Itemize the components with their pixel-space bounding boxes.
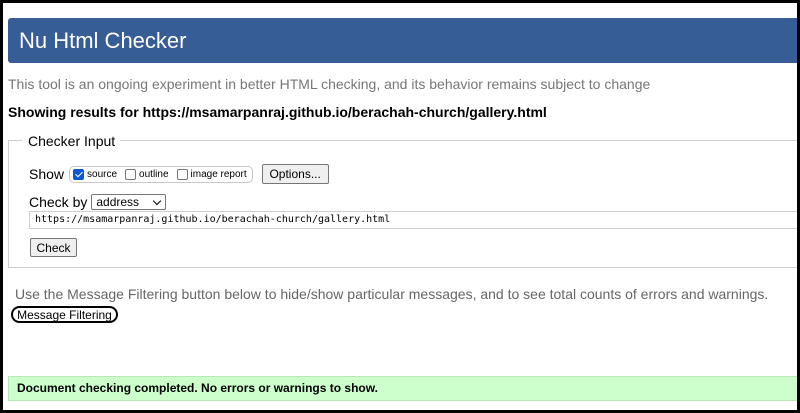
chevron-down-icon xyxy=(153,196,162,205)
page-header: Nu Html Checker xyxy=(8,18,797,63)
show-outline-option[interactable]: outline xyxy=(125,168,169,180)
check-by-selected-value: address xyxy=(96,195,140,209)
check-button[interactable]: Check xyxy=(30,238,77,257)
source-checkbox[interactable] xyxy=(73,168,85,180)
status-message: Document checking completed. No errors o… xyxy=(8,376,797,401)
show-source-option[interactable]: source xyxy=(73,168,118,180)
checker-input-fieldset: Checker Input Show source outline image … xyxy=(8,132,797,268)
check-by-select[interactable]: address xyxy=(91,194,167,210)
options-button[interactable]: Options... xyxy=(261,164,329,184)
showing-results-heading: Showing results for https://msamarpanraj… xyxy=(8,104,547,120)
show-image-report-option[interactable]: image report xyxy=(176,168,247,180)
image-report-option-label: image report xyxy=(190,168,247,180)
source-option-label: source xyxy=(87,168,118,180)
image-report-checkbox[interactable] xyxy=(176,168,188,180)
message-filtering-hint: Use the Message Filtering button below t… xyxy=(15,286,769,302)
message-filtering-button[interactable]: Message Filtering xyxy=(11,306,118,323)
check-by-label: Check by xyxy=(29,194,88,210)
checker-input-legend: Checker Input xyxy=(22,132,121,150)
url-input[interactable]: https://msamarpanraj.github.io/berachah-… xyxy=(29,211,797,229)
page: Nu Html Checker This tool is an ongoing … xyxy=(3,3,797,410)
outline-option-label: outline xyxy=(139,168,169,180)
intro-text: This tool is an ongoing experiment in be… xyxy=(8,76,651,92)
page-title: Nu Html Checker xyxy=(19,28,187,53)
show-label: Show xyxy=(29,166,65,182)
show-options-group: source outline image report xyxy=(69,165,253,183)
check-by-row: Check by address xyxy=(29,193,167,211)
show-options-row: Show source outline image report Options… xyxy=(29,163,329,185)
outline-checkbox[interactable] xyxy=(125,168,137,180)
